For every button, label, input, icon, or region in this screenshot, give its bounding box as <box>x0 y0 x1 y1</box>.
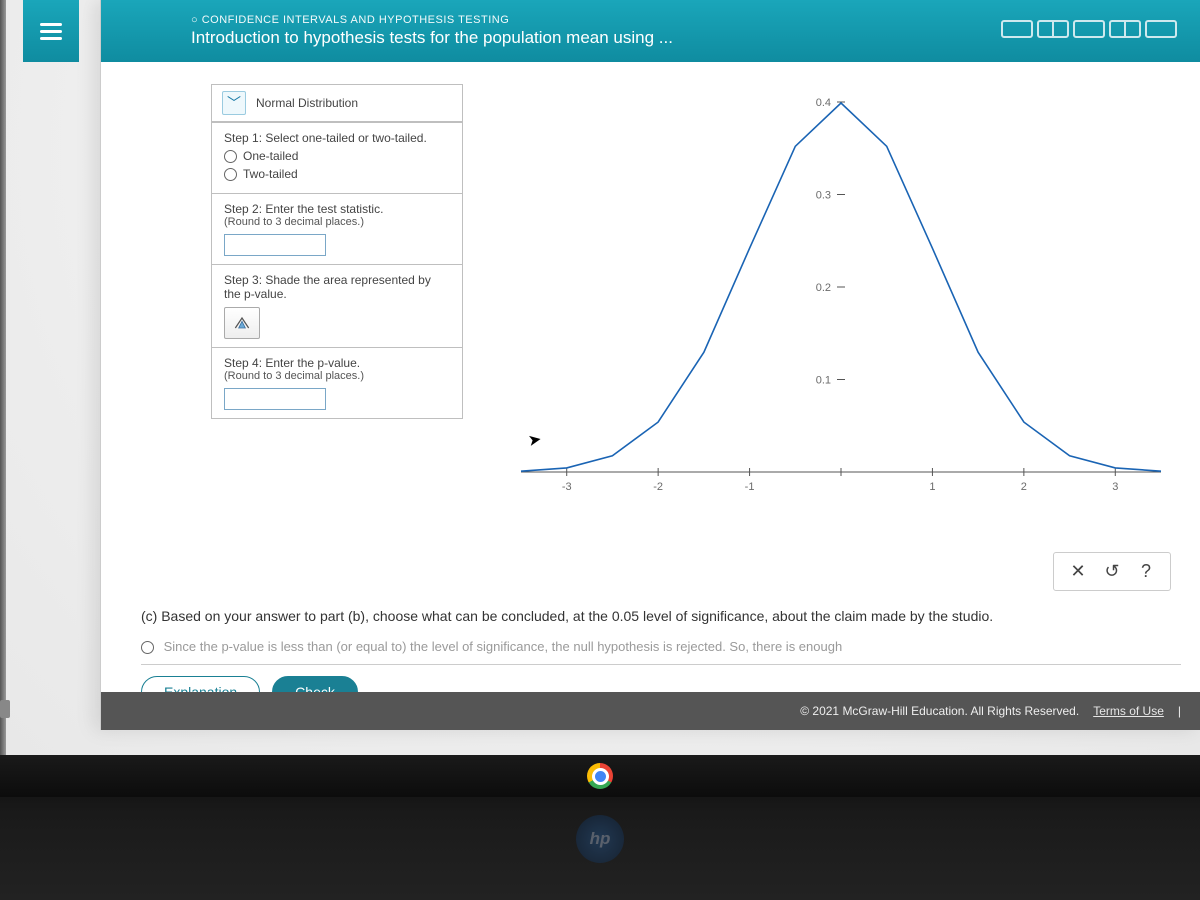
question-c: (c) Based on your answer to part (b), ch… <box>141 606 1171 627</box>
svg-text:3: 3 <box>1112 481 1118 493</box>
svg-text:0.2: 0.2 <box>816 282 831 294</box>
step1-label: Step 1: Select one-tailed or two-tailed. <box>224 131 450 145</box>
svg-text:2: 2 <box>1021 481 1027 493</box>
menu-button[interactable] <box>23 0 79 62</box>
step3-label: Step 3: Shade the area represented by <box>224 273 450 287</box>
power-indicator <box>0 700 10 718</box>
shade-icon <box>232 313 252 333</box>
collapse-icon[interactable]: ﹀ <box>222 91 246 115</box>
steps-panel: ﹀ Normal Distribution Step 1: Select one… <box>211 84 463 419</box>
svg-text:0.1: 0.1 <box>816 375 831 387</box>
app-header: CONFIDENCE INTERVALS AND HYPOTHESIS TEST… <box>101 0 1200 62</box>
os-taskbar[interactable] <box>0 755 1200 797</box>
copyright-text: © 2021 McGraw-Hill Education. All Rights… <box>800 704 1079 718</box>
radio-two-tailed[interactable]: Two-tailed <box>224 167 450 181</box>
header-layout-widgets[interactable] <box>1001 20 1177 38</box>
p-value-input[interactable] <box>224 388 326 410</box>
clear-button[interactable]: ✕ <box>1068 561 1088 582</box>
step4-label: Step 4: Enter the p-value. <box>224 356 450 370</box>
step2-label: Step 2: Enter the test statistic. <box>224 202 450 216</box>
hp-logo: hp <box>576 815 624 863</box>
svg-text:1: 1 <box>929 481 935 493</box>
radio-one-tailed-label: One-tailed <box>243 149 298 163</box>
undo-button[interactable]: ↺ <box>1102 561 1122 582</box>
svg-text:0.4: 0.4 <box>816 97 831 109</box>
footer-bar: | <box>1178 704 1181 718</box>
terms-link[interactable]: Terms of Use <box>1093 704 1164 718</box>
tool-tray: ✕ ↺ ? <box>1053 552 1171 591</box>
chrome-icon[interactable] <box>587 763 613 789</box>
normal-curve-chart: -3 -2 -1 1 2 3 0.1 0.2 0.3 0.4 <box>481 82 1181 512</box>
app-window: CONFIDENCE INTERVALS AND HYPOTHESIS TEST… <box>100 0 1200 730</box>
divider <box>141 664 1181 665</box>
svg-text:-3: -3 <box>562 481 572 493</box>
step2-note: (Round to 3 decimal places.) <box>224 216 450 228</box>
header-category: CONFIDENCE INTERVALS AND HYPOTHESIS TEST… <box>191 14 673 26</box>
radio-one-tailed[interactable]: One-tailed <box>224 149 450 163</box>
svg-text:-1: -1 <box>745 481 755 493</box>
radio-icon[interactable] <box>141 641 154 654</box>
step4-note: (Round to 3 decimal places.) <box>224 370 450 382</box>
test-statistic-input[interactable] <box>224 234 326 256</box>
svg-text:-2: -2 <box>653 481 663 493</box>
svg-text:0.3: 0.3 <box>816 190 831 202</box>
radio-icon <box>224 168 237 181</box>
distribution-label: Normal Distribution <box>256 96 358 110</box>
answer-option-cut: Since the p-value is less than (or equal… <box>164 639 843 654</box>
shade-tool-button[interactable] <box>224 307 260 339</box>
footer: © 2021 McGraw-Hill Education. All Rights… <box>101 692 1200 730</box>
radio-icon <box>224 150 237 163</box>
header-title: Introduction to hypothesis tests for the… <box>191 28 673 48</box>
radio-two-tailed-label: Two-tailed <box>243 167 298 181</box>
step3-label-b: the p-value. <box>224 287 450 301</box>
help-button[interactable]: ? <box>1136 561 1156 582</box>
